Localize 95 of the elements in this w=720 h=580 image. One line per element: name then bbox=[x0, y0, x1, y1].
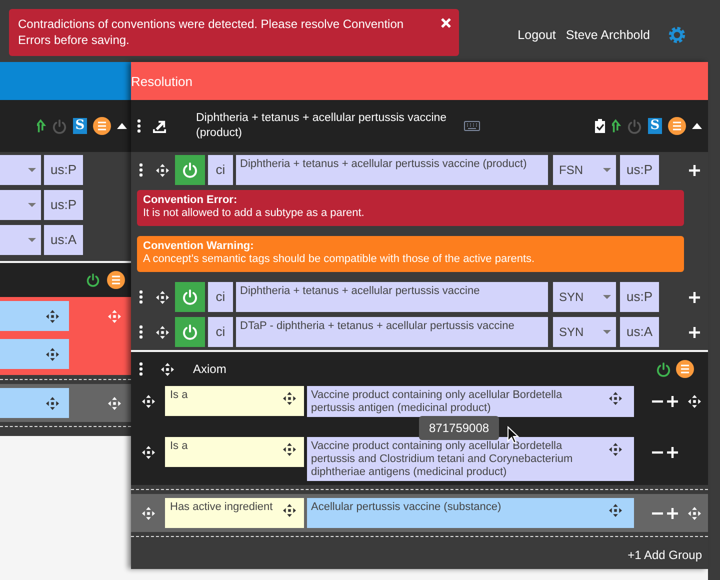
caret-icon bbox=[28, 168, 36, 172]
menu-icon[interactable] bbox=[93, 117, 111, 135]
move-icon[interactable] bbox=[283, 392, 296, 405]
move-icon[interactable] bbox=[160, 362, 174, 376]
caret-icon bbox=[603, 330, 611, 334]
move-icon[interactable] bbox=[156, 290, 168, 304]
resolution-title: Resolution bbox=[131, 74, 192, 88]
add-icon[interactable] bbox=[689, 326, 700, 338]
close-icon[interactable] bbox=[441, 18, 451, 28]
move-icon[interactable] bbox=[46, 310, 59, 322]
module-badge: S bbox=[73, 118, 87, 134]
add-icon[interactable] bbox=[689, 292, 700, 302]
attribute-type: Is a bbox=[170, 389, 188, 402]
move-icon[interactable] bbox=[142, 446, 154, 458]
target-concept: Vaccine product containing only acellular Bordetella pertussis antigen (medicinal product) bbox=[311, 389, 564, 415]
caret-up-icon[interactable] bbox=[117, 123, 127, 129]
user-name-link[interactable]: Steve Archbold bbox=[566, 28, 650, 42]
clipboard-check-icon[interactable] bbox=[594, 119, 606, 133]
active-toggle-button[interactable] bbox=[175, 317, 205, 347]
target-field[interactable] bbox=[0, 339, 69, 369]
module-badge: S bbox=[648, 118, 662, 134]
case-field[interactable]: ci bbox=[208, 282, 233, 312]
power-icon[interactable] bbox=[656, 362, 671, 376]
target-field[interactable]: Acellular pertussis vaccine (substance) bbox=[307, 498, 634, 528]
acceptability-field[interactable]: us:P bbox=[44, 190, 83, 220]
attribute-type: Is a bbox=[170, 440, 188, 453]
caret-icon bbox=[28, 203, 36, 207]
dots-icon[interactable] bbox=[139, 362, 143, 376]
alert-message: Contradictions of conventions were detected. Please resolve Convention Errors before saving. bbox=[18, 16, 405, 48]
add-icon[interactable] bbox=[667, 396, 678, 406]
message-text: A concept's semantic tags should be compatible with those of the active parents. bbox=[143, 253, 536, 266]
settings-icon[interactable] bbox=[668, 26, 686, 44]
caret-icon bbox=[603, 295, 611, 299]
axiom-title: Axiom bbox=[193, 362, 226, 376]
dots-icon[interactable] bbox=[139, 290, 143, 304]
message-title: Convention Warning: bbox=[143, 240, 255, 253]
target-concept: Vaccine product containing only acellular Bordetella pertussis and Clostridium tetani and Corynebacterium diphtheriae antigens (medicinal product) bbox=[311, 440, 574, 479]
keyboard-icon[interactable] bbox=[464, 121, 480, 131]
add-icon[interactable] bbox=[689, 164, 700, 176]
caret-up-icon[interactable] bbox=[692, 123, 702, 129]
move-icon[interactable] bbox=[46, 348, 59, 360]
term-field[interactable]: DTaP - diphtheria + tetanus + acellular pertussis vaccine bbox=[236, 317, 548, 347]
logout-link[interactable]: Logout bbox=[518, 28, 556, 42]
active-toggle-button[interactable] bbox=[175, 155, 205, 185]
acceptability-field[interactable]: us:P bbox=[620, 282, 659, 312]
dots-icon[interactable] bbox=[139, 325, 143, 339]
attribute-type-field[interactable]: Is a bbox=[165, 437, 304, 467]
move-icon[interactable] bbox=[609, 504, 622, 517]
target-concept: Acellular pertussis vaccine (substance) bbox=[311, 501, 502, 514]
power-icon[interactable] bbox=[182, 289, 198, 305]
move-icon[interactable] bbox=[46, 396, 59, 410]
dots-icon[interactable] bbox=[137, 119, 141, 133]
case-field[interactable]: ci bbox=[208, 155, 233, 185]
type-select[interactable]: SYN bbox=[553, 317, 616, 347]
move-icon[interactable] bbox=[156, 164, 168, 176]
term-field[interactable]: Diphtheria + tetanus + acellular pertussis vaccine (product) bbox=[236, 155, 548, 185]
term-field[interactable]: Diphtheria + tetanus + acellular pertussis vaccine bbox=[236, 282, 548, 312]
move-icon[interactable] bbox=[609, 392, 622, 405]
message-text: It is not allowed to add a subtype as a parent. bbox=[143, 207, 366, 220]
acceptability-field[interactable]: us:A bbox=[620, 317, 659, 347]
acceptability-field[interactable]: us:P bbox=[620, 155, 659, 185]
attribute-type-field[interactable]: Has active ingredient bbox=[165, 498, 304, 528]
target-field[interactable] bbox=[0, 301, 69, 331]
type-select[interactable]: SYN bbox=[553, 282, 616, 312]
message-title: Convention Error: bbox=[143, 194, 238, 207]
add-icon[interactable] bbox=[667, 446, 678, 458]
move-icon[interactable] bbox=[609, 443, 622, 456]
caret-icon bbox=[28, 238, 36, 242]
power-icon[interactable] bbox=[182, 324, 198, 340]
active-toggle-button[interactable] bbox=[175, 282, 205, 312]
move-icon[interactable] bbox=[142, 394, 154, 408]
export-icon[interactable] bbox=[153, 120, 166, 132]
menu-icon[interactable] bbox=[668, 117, 686, 135]
case-field[interactable]: ci bbox=[208, 317, 233, 347]
target-field[interactable] bbox=[0, 388, 69, 418]
attribute-type: Has active ingredient bbox=[170, 501, 273, 514]
scrollbar[interactable] bbox=[708, 62, 720, 580]
tooltip-text: 871759008 bbox=[429, 421, 490, 435]
menu-icon[interactable] bbox=[676, 360, 694, 378]
acceptability-field[interactable]: us:A bbox=[44, 225, 83, 255]
attribute-type-field[interactable]: Is a bbox=[165, 386, 304, 416]
dots-icon[interactable] bbox=[139, 163, 143, 177]
power-icon[interactable] bbox=[86, 273, 100, 287]
caret-icon bbox=[603, 168, 611, 172]
type-select[interactable]: FSN bbox=[553, 155, 616, 185]
menu-icon[interactable] bbox=[107, 271, 125, 289]
power-icon[interactable] bbox=[182, 162, 198, 178]
add-group-link[interactable]: +1 Add Group bbox=[628, 548, 702, 562]
acceptability-field[interactable]: us:P bbox=[44, 155, 83, 185]
concept-title: Diphtheria + tetanus + acellular pertussis vaccine (product) bbox=[196, 111, 448, 141]
move-icon[interactable] bbox=[283, 443, 296, 456]
move-icon[interactable] bbox=[156, 326, 168, 338]
target-field[interactable]: Vaccine product containing only acellular Bordetella pertussis antigen (medicinal product) bbox=[307, 386, 634, 417]
move-icon[interactable] bbox=[688, 394, 701, 408]
move-icon[interactable] bbox=[283, 504, 296, 517]
